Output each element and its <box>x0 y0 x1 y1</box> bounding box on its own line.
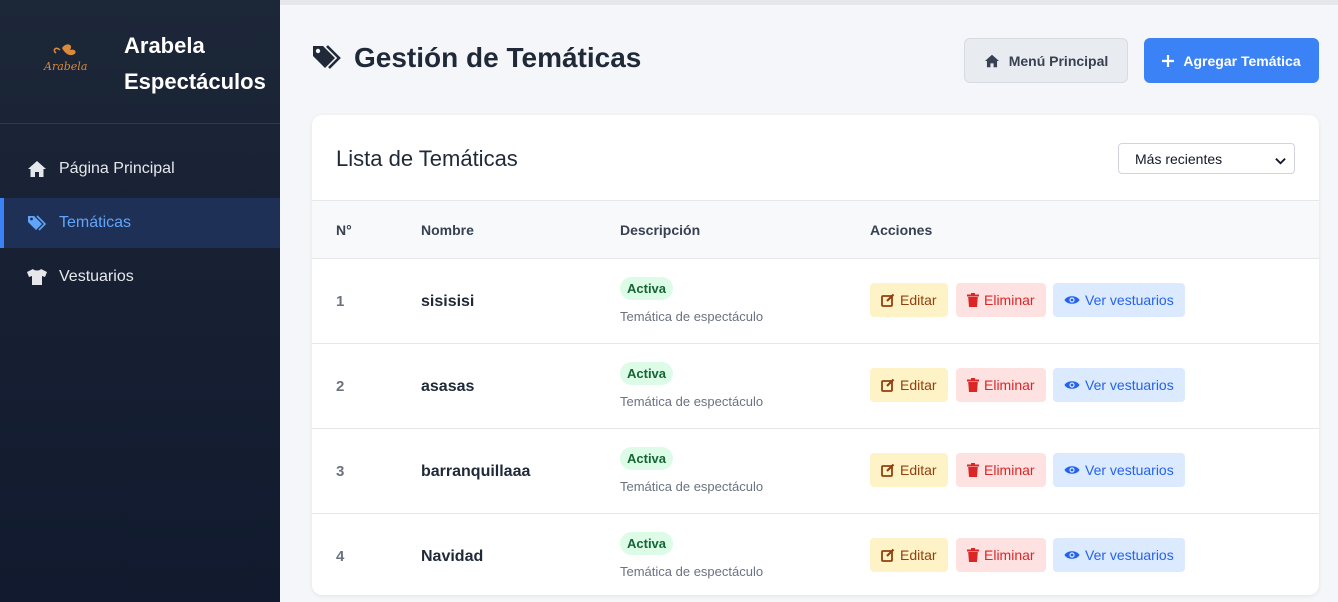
tematicas-card: Lista de Temáticas Más recientes N° Nomb… <box>312 115 1319 595</box>
svg-text:Arabela: Arabela <box>43 60 87 73</box>
trash-icon <box>967 463 979 477</box>
card-header: Lista de Temáticas Más recientes <box>312 115 1319 201</box>
column-header-acciones: Acciones <box>870 222 933 238</box>
row-name: Navidad <box>421 548 484 565</box>
view-vestuarios-button[interactable]: Ver vestuarios <box>1053 368 1185 402</box>
edit-label: Editar <box>900 292 937 308</box>
delete-button[interactable]: Eliminar <box>956 283 1046 317</box>
edit-icon <box>881 378 895 392</box>
sidebar-item-label: Temáticas <box>59 214 132 231</box>
add-tematica-button[interactable]: Agregar Temática <box>1144 38 1319 83</box>
top-divider <box>280 0 1338 5</box>
home-icon <box>984 54 1000 68</box>
view-vestuarios-label: Ver vestuarios <box>1085 377 1174 393</box>
view-vestuarios-button[interactable]: Ver vestuarios <box>1053 453 1185 487</box>
table-row: 4 Navidad Activa Temática de espectáculo… <box>312 514 1319 595</box>
eye-icon <box>1064 294 1080 306</box>
row-number: 2 <box>336 378 345 395</box>
main-menu-label: Menú Principal <box>1008 52 1109 69</box>
sidebar-item-pagina-principal[interactable]: Página Principal <box>0 144 280 194</box>
edit-icon <box>881 293 895 307</box>
row-description: Temática de espectáculo <box>620 479 764 494</box>
row-number: 4 <box>336 548 345 565</box>
view-vestuarios-label: Ver vestuarios <box>1085 292 1174 308</box>
trash-icon <box>967 378 979 392</box>
column-header-num: N° <box>336 222 352 238</box>
row-description: Temática de espectáculo <box>620 394 764 409</box>
delete-button[interactable]: Eliminar <box>956 368 1046 402</box>
trash-icon <box>967 293 979 307</box>
sidebar-item-vestuarios[interactable]: Vestuarios <box>0 252 280 302</box>
view-vestuarios-label: Ver vestuarios <box>1085 547 1174 563</box>
delete-label: Eliminar <box>984 377 1035 393</box>
table-row: 3 barranquillaaa Activa Temática de espe… <box>312 429 1319 514</box>
column-header-descripcion: Descripción <box>620 222 701 238</box>
card-title: Lista de Temáticas <box>336 146 518 171</box>
page-title-text: Gestión de Temáticas <box>354 42 642 73</box>
edit-label: Editar <box>900 462 937 478</box>
chevron-down-icon <box>1275 153 1286 169</box>
brand: Arabela Arabela Espectáculos <box>0 0 280 124</box>
view-vestuarios-button[interactable]: Ver vestuarios <box>1053 283 1185 317</box>
row-number: 1 <box>336 293 345 310</box>
eye-icon <box>1064 379 1080 391</box>
trash-icon <box>967 548 979 562</box>
sidebar-item-label: Vestuarios <box>59 268 134 285</box>
delete-label: Eliminar <box>984 547 1035 563</box>
table-row: 2 asasas Activa Temática de espectáculo … <box>312 344 1319 429</box>
delete-label: Eliminar <box>984 292 1035 308</box>
edit-label: Editar <box>900 547 937 563</box>
delete-label: Eliminar <box>984 462 1035 478</box>
row-name: barranquillaaa <box>421 463 531 480</box>
sidebar-nav: Página Principal Temáticas Vestuarios <box>0 144 280 306</box>
main-menu-button[interactable]: Menú Principal <box>964 38 1128 83</box>
edit-icon <box>881 463 895 477</box>
sort-select-value: Más recientes <box>1135 150 1223 167</box>
edit-button[interactable]: Editar <box>870 453 948 487</box>
row-description: Temática de espectáculo <box>620 564 764 579</box>
edit-button[interactable]: Editar <box>870 283 948 317</box>
tags-icon <box>312 43 342 73</box>
home-icon <box>26 158 48 180</box>
edit-button[interactable]: Editar <box>870 368 948 402</box>
row-number: 3 <box>336 463 345 480</box>
sidebar: Arabela Arabela Espectáculos Página Prin… <box>0 0 280 602</box>
delete-button[interactable]: Eliminar <box>956 538 1046 572</box>
row-name: sisisisi <box>421 293 475 310</box>
table-header: N° Nombre Descripción Acciones <box>312 201 1319 259</box>
shirt-icon <box>26 266 48 288</box>
view-vestuarios-label: Ver vestuarios <box>1085 462 1174 478</box>
brand-logo[interactable]: Arabela <box>40 42 88 76</box>
tags-icon <box>26 212 48 234</box>
status-badge: Activa <box>620 362 674 385</box>
column-header-nombre: Nombre <box>421 222 474 238</box>
delete-button[interactable]: Eliminar <box>956 453 1046 487</box>
sort-select[interactable]: Más recientes <box>1118 143 1295 174</box>
brand-name: Arabela Espectáculos <box>124 33 266 94</box>
status-badge: Activa <box>620 532 674 555</box>
edit-icon <box>881 548 895 562</box>
eye-icon <box>1064 464 1080 476</box>
edit-button[interactable]: Editar <box>870 538 948 572</box>
view-vestuarios-button[interactable]: Ver vestuarios <box>1053 538 1185 572</box>
table-row: 1 sisisisi Activa Temática de espectácul… <box>312 259 1319 344</box>
edit-label: Editar <box>900 377 937 393</box>
status-badge: Activa <box>620 447 674 470</box>
status-badge: Activa <box>620 277 674 300</box>
sidebar-item-label: Página Principal <box>59 160 175 177</box>
page-title: Gestión de Temáticas <box>312 42 641 74</box>
plus-icon <box>1162 54 1175 67</box>
row-name: asasas <box>421 378 475 395</box>
sidebar-item-tematicas[interactable]: Temáticas <box>0 198 280 248</box>
row-description: Temática de espectáculo <box>620 309 764 324</box>
eye-icon <box>1064 549 1080 561</box>
add-tematica-label: Agregar Temática <box>1183 52 1301 69</box>
